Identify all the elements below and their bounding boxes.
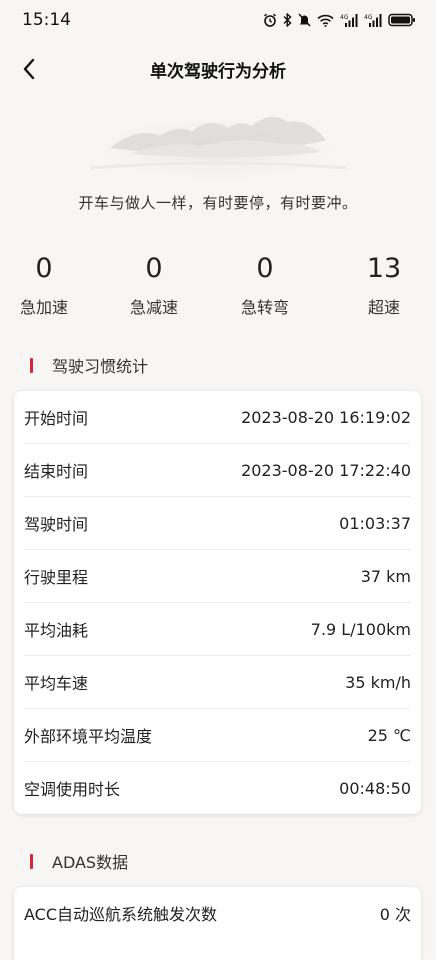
status-icons: 4G 4G <box>263 13 416 27</box>
section-header-adas: ADAS数据 <box>30 849 128 873</box>
chevron-left-icon <box>23 58 35 80</box>
section-title: 驾驶习惯统计 <box>52 357 149 376</box>
row-label: 开始时间 <box>24 409 89 428</box>
svg-text:4G: 4G <box>340 14 349 21</box>
alarm-icon <box>263 13 277 27</box>
stat-sharp-turn: 0 急转弯 <box>225 252 305 318</box>
motto-text: 开车与做人一样，有时要停，有时要冲。 <box>78 194 358 212</box>
mountain-banner-image <box>90 112 346 180</box>
stat-value: 0 <box>256 253 274 284</box>
list-item: 外部环境平均温度 25 ℃ <box>24 709 411 762</box>
list-item: 空调使用时长 00:48:50 <box>24 762 411 814</box>
list-item: 行驶里程 37 km <box>24 550 411 603</box>
habits-card: 开始时间 2023-08-20 16:19:02 结束时间 2023-08-20… <box>14 391 421 814</box>
wifi-icon <box>317 14 334 27</box>
row-label: 平均油耗 <box>24 621 89 640</box>
stat-label: 急加速 <box>19 298 68 317</box>
row-value: 2023-08-20 16:19:02 <box>241 407 411 427</box>
row-value: 01:03:37 <box>339 513 411 533</box>
section-header-habits: 驾驶习惯统计 <box>30 353 148 377</box>
list-item: 平均油耗 7.9 L/100km <box>24 603 411 656</box>
row-value: 37 km <box>360 566 411 586</box>
stat-label: 急转弯 <box>240 298 289 317</box>
stat-rapid-acceleration: 0 急加速 <box>4 252 84 318</box>
row-label: 驾驶时间 <box>24 515 89 534</box>
row-label: 外部环境平均温度 <box>24 727 153 746</box>
stat-label: 超速 <box>367 298 400 317</box>
nav-bar: 单次驾驶行为分析 <box>0 46 436 92</box>
row-value: 0 次 <box>379 905 411 924</box>
signal-4g-icon: 4G <box>340 14 358 27</box>
signal-4g-icon: 4G <box>364 14 382 27</box>
list-item: 驾驶时间 01:03:37 <box>24 497 411 550</box>
page-title: 单次驾驶行为分析 <box>150 61 286 82</box>
adas-card: ACC自动巡航系统触发次数 0 次 <box>14 887 421 960</box>
stat-value: 0 <box>145 253 163 284</box>
status-time: 15:14 <box>22 10 71 30</box>
row-label: 结束时间 <box>24 462 89 481</box>
list-item: 开始时间 2023-08-20 16:19:02 <box>24 391 411 444</box>
row-value: 7.9 L/100km <box>310 619 411 639</box>
stat-speeding: 13 超速 <box>344 252 424 318</box>
section-accent-bar <box>30 357 33 373</box>
stat-rapid-deceleration: 0 急减速 <box>114 252 194 318</box>
battery-icon <box>388 13 415 27</box>
row-value: 35 km/h <box>345 672 411 692</box>
event-stats: 0 急加速 0 急减速 0 急转弯 13 超速 <box>0 252 436 324</box>
mute-icon <box>298 13 311 27</box>
stat-value: 13 <box>366 253 402 284</box>
section-accent-bar <box>30 853 33 869</box>
row-label: 行驶里程 <box>24 568 89 587</box>
row-label: 平均车速 <box>24 674 89 693</box>
back-button[interactable] <box>14 54 44 84</box>
stat-value: 0 <box>35 253 53 284</box>
status-bar: 15:14 4G 4G <box>0 0 436 40</box>
section-title: ADAS数据 <box>52 853 129 872</box>
row-value: 2023-08-20 17:22:40 <box>241 460 411 480</box>
row-label: 空调使用时长 <box>24 780 121 799</box>
row-value: 00:48:50 <box>339 778 411 798</box>
stat-label: 急减速 <box>129 298 178 317</box>
svg-text:4G: 4G <box>364 14 373 21</box>
list-item: ACC自动巡航系统触发次数 0 次 <box>24 887 411 939</box>
bluetooth-icon <box>283 13 292 27</box>
list-item: 结束时间 2023-08-20 17:22:40 <box>24 444 411 497</box>
list-item: 平均车速 35 km/h <box>24 656 411 709</box>
row-value: 25 ℃ <box>367 725 411 745</box>
row-label: ACC自动巡航系统触发次数 <box>24 905 218 924</box>
